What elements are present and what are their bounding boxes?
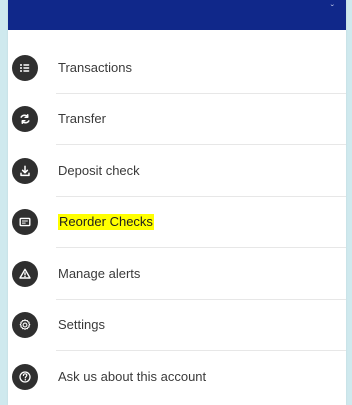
menu-item-settings[interactable]: Settings: [8, 300, 346, 352]
header-mark-icon: ˇ: [330, 4, 334, 15]
menu-item-label: Manage alerts: [58, 265, 141, 281]
account-menu: Transactions Transfer Deposit check Reor…: [8, 42, 346, 403]
menu-item-reorder-checks[interactable]: Reorder Checks: [8, 197, 346, 249]
menu-item-label: Reorder Checks: [58, 214, 154, 231]
deposit-check-icon: [12, 157, 38, 184]
menu-item-label: Settings: [58, 317, 105, 333]
reorder-checks-icon: [12, 209, 38, 236]
menu-item-transfer[interactable]: Transfer: [8, 94, 346, 146]
settings-icon: [12, 312, 38, 339]
menu-item-label: Ask us about this account: [58, 368, 207, 384]
menu-item-label: Deposit check: [58, 162, 140, 178]
header-bar: ˇ: [8, 0, 346, 30]
menu-item-label: Transfer: [58, 111, 106, 127]
menu-item-manage-alerts[interactable]: Manage alerts: [8, 248, 346, 300]
menu-item-transactions[interactable]: Transactions: [8, 42, 346, 94]
help-icon: [12, 363, 38, 390]
account-menu-panel: ˇ Transactions Transfer Deposit check Re…: [8, 0, 346, 405]
transactions-icon: [12, 54, 38, 81]
alerts-icon: [12, 260, 38, 287]
menu-item-deposit-check[interactable]: Deposit check: [8, 145, 346, 197]
menu-item-ask-us[interactable]: Ask us about this account: [8, 351, 346, 403]
menu-item-label: Transactions: [58, 59, 132, 75]
transfer-icon: [12, 106, 38, 133]
